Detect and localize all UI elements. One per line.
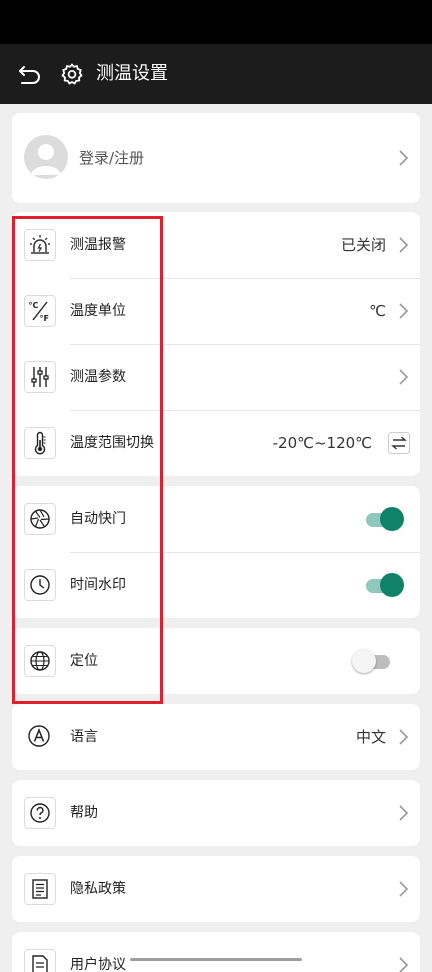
toggle-knob [380,507,404,531]
alarm-label: 测温报警 [70,237,126,253]
agreement-icon [24,949,56,972]
divider [70,278,420,279]
agreement-row[interactable]: 用户协议 [12,932,420,972]
svg-text:°C: °C [29,301,39,310]
status-bar [0,0,432,44]
location-row: 定位 [12,628,420,694]
location-label: 定位 [70,653,98,669]
location-toggle[interactable] [352,649,394,673]
temperature-unit-row[interactable]: °C °F 温度单位 ℃ [12,278,420,344]
swap-icon[interactable] [388,432,410,454]
location-card: 定位 [12,628,420,694]
temperature-range-value: -20℃~120℃ [272,434,372,452]
alarm-row[interactable]: 测温报警 已关闭 [12,212,420,278]
camera-settings-card: 自动快门 时间水印 [12,486,420,618]
chevron-right-icon [399,150,409,166]
help-label: 帮助 [70,805,98,821]
temperature-unit-label: 温度单位 [70,303,126,319]
measurement-settings-card: 测温报警 已关闭 °C °F 温度单位 ℃ 测温参数 温度范围切换 -20℃~1… [12,212,420,476]
time-watermark-label: 时间水印 [70,577,126,593]
temperature-range-row[interactable]: 温度范围切换 -20℃~120℃ [12,410,420,476]
language-icon [24,721,56,753]
language-card: 语言 中文 [12,704,420,770]
login-register-label: 登录/注册 [79,149,145,167]
measurement-parameters-row[interactable]: 测温参数 [12,344,420,410]
alarm-status-value: 已关闭 [340,236,386,254]
privacy-policy-label: 隐私政策 [70,881,126,897]
chevron-right-icon [399,237,409,253]
help-card: 帮助 [12,780,420,846]
scroll-indicator [130,958,302,961]
temperature-range-label: 温度范围切换 [70,435,154,451]
measurement-parameters-label: 测温参数 [70,369,126,385]
language-label: 语言 [70,729,98,745]
chevron-right-icon [399,303,409,319]
chevron-right-icon [399,805,409,821]
sliders-icon [24,361,56,393]
language-row[interactable]: 语言 中文 [12,704,420,770]
svg-text:°F: °F [40,314,49,323]
divider [70,344,420,345]
toggle-knob [380,573,404,597]
help-row[interactable]: 帮助 [12,780,420,846]
help-icon [24,797,56,829]
agreement-card: 用户协议 [12,932,420,972]
chevron-right-icon [399,881,409,897]
auto-shutter-row: 自动快门 [12,486,420,552]
globe-icon [24,645,56,677]
alarm-light-icon [24,229,56,261]
privacy-card: 隐私政策 [12,856,420,922]
toggle-knob [352,649,376,673]
auto-shutter-toggle[interactable] [366,507,404,531]
back-arrow-icon[interactable] [17,61,43,87]
document-icon [24,873,56,905]
shutter-icon [24,503,56,535]
account-card[interactable]: 登录/注册 [12,113,420,203]
chevron-right-icon [399,369,409,385]
page-title: 测温设置 [96,63,168,84]
divider [70,552,420,553]
gear-icon [61,63,83,85]
user-avatar-icon [24,135,68,179]
language-value: 中文 [355,728,386,746]
celsius-fahrenheit-icon: °C °F [24,295,56,327]
temperature-unit-value: ℃ [369,302,386,320]
app-bar: 测温设置 [0,44,432,104]
auto-shutter-label: 自动快门 [70,511,126,527]
thermometer-icon [24,427,56,459]
privacy-row[interactable]: 隐私政策 [12,856,420,922]
time-watermark-toggle[interactable] [366,573,404,597]
divider [70,410,420,411]
clock-icon [24,569,56,601]
time-watermark-row: 时间水印 [12,552,420,618]
chevron-right-icon [399,729,409,745]
